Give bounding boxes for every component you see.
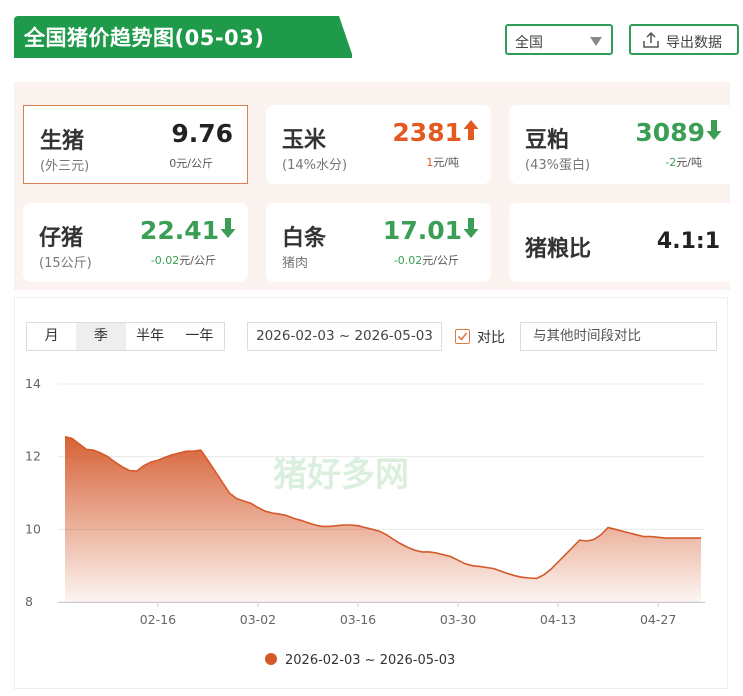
card-change: 1元/吨 <box>426 154 459 170</box>
card-price-value: 3089 <box>635 118 705 147</box>
x-tick-label: 03-02 <box>240 612 276 627</box>
card-price: 2381 <box>392 118 479 147</box>
card-name: 玉米 <box>282 128 327 153</box>
export-data-button[interactable]: 导出数据 <box>629 24 739 55</box>
card-subtitle: (43%蛋白) <box>525 158 591 173</box>
y-tick-label: 12 <box>25 449 41 464</box>
card-change-value: -0.02 <box>393 254 423 267</box>
card-price: 3089 <box>635 118 722 147</box>
y-tick-label: 8 <box>25 594 33 609</box>
card-change-unit: 元/公斤 <box>176 157 213 170</box>
card-change-unit: 元/吨 <box>433 156 459 169</box>
card-price-value: 22.41 <box>139 216 219 245</box>
arrow-down-icon <box>706 118 722 147</box>
region-select-value: 全国 <box>515 35 543 51</box>
price-card-pork-carcass[interactable]: 白条猪肉 17.01 -0.02元/公斤 <box>266 203 491 282</box>
card-subtitle: (14%水分) <box>282 158 348 173</box>
price-card-soymeal[interactable]: 豆粕 (43%蛋白) 3089 -2元/吨 <box>509 105 734 184</box>
y-tick-label: 14 <box>25 376 41 391</box>
x-tick-label: 04-27 <box>640 612 676 627</box>
card-change: 0元/公斤 <box>169 155 213 171</box>
card-subtitle: (外三元) <box>40 159 90 174</box>
export-data-label: 导出数据 <box>666 35 722 51</box>
x-tick-label: 03-30 <box>440 612 476 627</box>
y-tick-label: 10 <box>25 521 41 536</box>
card-price-value: 2381 <box>392 118 462 147</box>
page-title: 全国猪价趋势图(05-03) <box>24 26 265 50</box>
chart-panel: 月季半年 一年 2026-02-03 ~ 2026-05-03 对比 与其他时间段… <box>14 297 728 689</box>
watermark-text: 猪好多网 <box>273 455 409 495</box>
price-card-piglet[interactable]: 仔猪 (15公斤) 22.41 -0.02元/公斤 <box>23 203 248 282</box>
card-change-unit: 元/吨 <box>676 156 702 169</box>
card-change: -0.02元/公斤 <box>394 252 459 268</box>
x-tick-label: 03-16 <box>340 612 376 627</box>
card-price: 17.01 <box>383 216 479 245</box>
card-name: 仔猪 <box>39 226 84 251</box>
arrow-up-icon <box>463 118 479 147</box>
arrow-down-icon <box>463 216 479 245</box>
card-change-value: -2 <box>665 156 677 169</box>
card-price-value: 17.01 <box>382 216 462 245</box>
card-price-value: 9.76 <box>171 119 233 148</box>
card-name: 豆粕 <box>525 128 570 153</box>
card-price: 4.1:1 <box>657 229 720 254</box>
x-tick-label: 04-13 <box>540 612 576 627</box>
price-card-corn[interactable]: 玉米 (14%水分) 2381 1元/吨 <box>266 105 491 184</box>
card-change-unit: 元/公斤 <box>422 254 459 267</box>
x-tick-label: 02-16 <box>140 612 176 627</box>
card-change-value: -0.02 <box>150 254 180 267</box>
upload-icon <box>643 31 659 48</box>
legend-label: 2026-02-03 ~ 2026-05-03 <box>285 653 455 668</box>
card-subtitle: 猪肉 <box>282 256 309 271</box>
card-price-value: 4.1:1 <box>656 229 720 254</box>
card-name: 猪粮比 <box>525 237 592 262</box>
card-price: 9.76 <box>171 119 233 148</box>
caret-down-icon <box>590 37 602 46</box>
card-change-unit: 元/公斤 <box>179 254 216 267</box>
price-card-live-hog[interactable]: 生猪 (外三元) 9.76 0元/公斤 <box>23 105 248 184</box>
card-name: 生猪 <box>40 129 85 154</box>
card-name: 白条 <box>282 226 327 251</box>
title-underline <box>14 55 352 58</box>
card-subtitle: (15公斤) <box>39 256 92 271</box>
title-banner-notch <box>339 16 353 57</box>
legend-marker <box>265 653 277 665</box>
card-price: 22.41 <box>140 216 236 245</box>
price-card-hog-grain-ratio[interactable]: 猪粮比 4.1:1 <box>509 203 734 282</box>
region-select[interactable]: 全国 <box>505 24 613 55</box>
arrow-down-icon <box>220 216 236 245</box>
card-change: -0.02元/公斤 <box>151 252 216 268</box>
card-change: -2元/吨 <box>665 154 702 170</box>
title-banner: 全国猪价趋势图(05-03) <box>14 16 353 57</box>
price-trend-chart: 8 10 12 14 猪好多网 02-16 03-02 03-16 03-30 04-13 04-2… <box>25 376 705 668</box>
